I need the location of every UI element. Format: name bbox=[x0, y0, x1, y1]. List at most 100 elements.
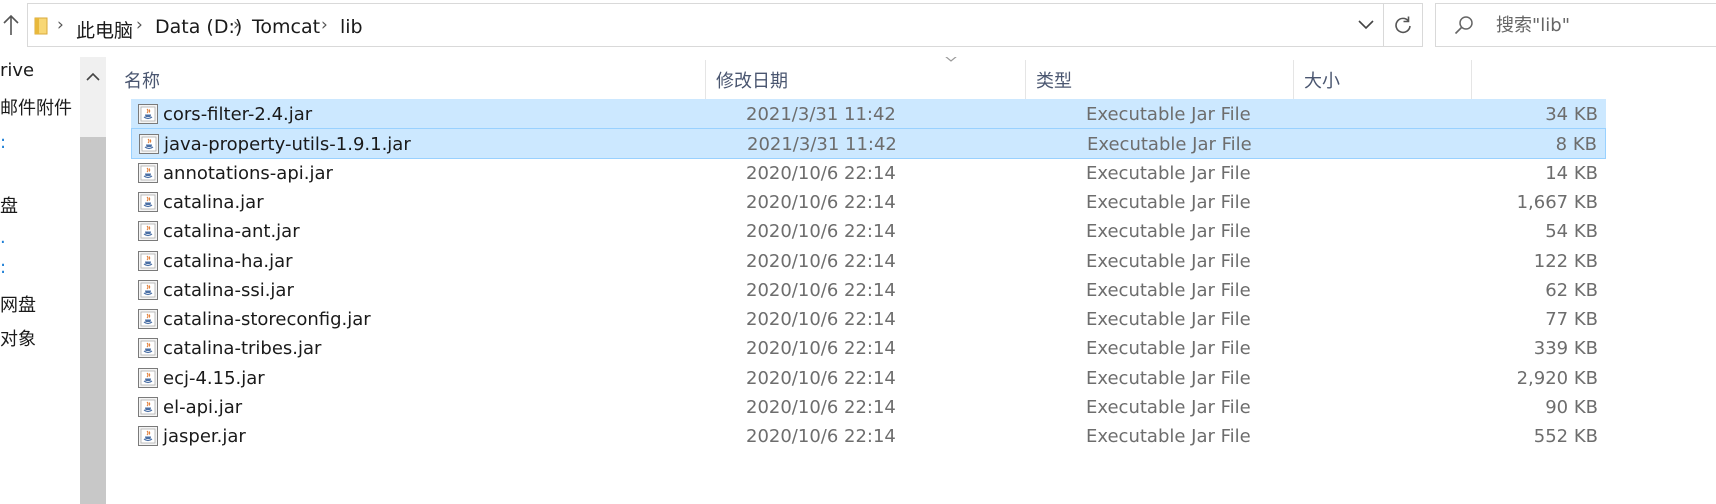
file-name: jasper.jar bbox=[163, 426, 246, 448]
file-row[interactable]: annotations-api.jar 2020/10/6 22:14 Execut… bbox=[131, 158, 1606, 189]
jar-file-icon bbox=[138, 309, 158, 330]
chevron-right-icon[interactable]: › bbox=[321, 15, 328, 35]
nav-item-quick-access[interactable]: : bbox=[0, 132, 6, 153]
file-row[interactable]: catalina-ssi.jar 2020/10/6 22:14 Executabl… bbox=[131, 275, 1606, 306]
column-header-size[interactable]: 大小 bbox=[1294, 60, 1472, 104]
nav-item-netdisk[interactable]: 网盘 bbox=[0, 291, 36, 317]
file-modified-date: 2020/10/6 22:14 bbox=[746, 191, 896, 213]
navigation-pane: rive 邮件附件 : 盘 . : 网盘 对象 bbox=[0, 57, 80, 504]
file-row[interactable]: el-api.jar 2020/10/6 22:14 Executable Jar … bbox=[131, 392, 1606, 423]
nav-item-pictures[interactable]: . bbox=[0, 227, 6, 248]
file-type: Executable Jar File bbox=[1086, 397, 1251, 418]
jar-file-icon bbox=[139, 134, 159, 155]
chevron-right-icon[interactable]: › bbox=[136, 15, 143, 35]
search-box[interactable] bbox=[1435, 3, 1716, 47]
file-size: 54 KB bbox=[1545, 221, 1598, 243]
up-button[interactable] bbox=[0, 8, 22, 42]
column-header-name[interactable]: 名称 bbox=[114, 60, 706, 104]
file-modified-date: 2020/10/6 22:14 bbox=[746, 250, 896, 272]
chevron-right-icon[interactable]: › bbox=[57, 15, 64, 35]
file-type: Executable Jar File bbox=[1086, 367, 1251, 389]
toolbar: › 此电脑 › Data (D:) › Tomcat › lib bbox=[0, 0, 1716, 50]
jar-file-icon bbox=[138, 250, 158, 271]
arrow-up-icon bbox=[3, 14, 19, 35]
nav-item-mail-attachments[interactable]: 邮件附件 bbox=[0, 94, 72, 120]
file-type: Executable Jar File bbox=[1086, 162, 1251, 184]
nav-pane-scrollbar[interactable] bbox=[80, 57, 106, 504]
file-size: 34 KB bbox=[1545, 104, 1598, 125]
address-bar[interactable]: › 此电脑 › Data (D:) › Tomcat › lib bbox=[27, 3, 1408, 47]
breadcrumb-data-drive[interactable]: Data (D:) bbox=[155, 16, 242, 38]
file-row[interactable]: catalina-tribes.jar 2020/10/6 22:14 Execut… bbox=[131, 333, 1606, 364]
column-header-modified[interactable]: 修改日期 bbox=[706, 60, 1026, 104]
file-size: 62 KB bbox=[1545, 279, 1598, 301]
file-row[interactable]: catalina-ha.jar 2020/10/6 22:14 Executable… bbox=[131, 246, 1606, 277]
address-history-dropdown[interactable] bbox=[1351, 4, 1381, 46]
jar-file-icon bbox=[138, 162, 158, 183]
chevron-down-icon bbox=[1358, 20, 1374, 30]
file-row[interactable]: catalina-ant.jar 2020/10/6 22:14 Executabl… bbox=[131, 216, 1606, 247]
file-modified-date: 2020/10/6 22:14 bbox=[746, 367, 896, 389]
jar-file-icon bbox=[138, 191, 158, 212]
file-list: 名称 修改日期 类型 大小 cors-filter-2.4.jar 2021/3/… bbox=[106, 57, 1716, 504]
file-modified-date: 2020/10/6 22:14 bbox=[746, 279, 896, 301]
file-size: 90 KB bbox=[1545, 397, 1598, 418]
breadcrumb-lib[interactable]: lib bbox=[340, 16, 363, 38]
refresh-button[interactable] bbox=[1383, 3, 1423, 47]
refresh-icon bbox=[1395, 16, 1411, 34]
file-name: catalina-ha.jar bbox=[163, 250, 293, 272]
breadcrumb-this-pc[interactable]: 此电脑 bbox=[76, 16, 133, 43]
file-modified-date: 2020/10/6 22:14 bbox=[746, 338, 896, 360]
file-row[interactable]: ecj-4.15.jar 2020/10/6 22:14 Executable Ja… bbox=[131, 363, 1606, 394]
breadcrumb-tomcat[interactable]: Tomcat bbox=[252, 16, 320, 38]
nav-item-onedrive[interactable]: rive bbox=[0, 60, 34, 81]
scrollbar-thumb[interactable] bbox=[80, 137, 106, 504]
nav-item-disk[interactable]: 盘 bbox=[0, 192, 18, 218]
file-type: Executable Jar File bbox=[1086, 104, 1251, 125]
file-type: Executable Jar File bbox=[1087, 134, 1252, 156]
file-type: Executable Jar File bbox=[1086, 338, 1251, 360]
file-name: java-property-utils-1.9.1.jar bbox=[164, 134, 411, 156]
file-name: annotations-api.jar bbox=[163, 162, 333, 184]
search-input[interactable] bbox=[1496, 12, 1706, 38]
file-size: 552 KB bbox=[1533, 426, 1598, 448]
file-modified-date: 2020/10/6 22:14 bbox=[746, 426, 896, 448]
file-modified-date: 2020/10/6 22:14 bbox=[746, 162, 896, 184]
file-name: cors-filter-2.4.jar bbox=[163, 104, 313, 125]
file-name: catalina-ant.jar bbox=[163, 221, 300, 243]
file-row[interactable]: catalina.jar 2020/10/6 22:14 Executable Ja… bbox=[131, 187, 1606, 218]
file-row[interactable]: cors-filter-2.4.jar 2021/3/31 11:42 Execut… bbox=[131, 99, 1606, 130]
file-size: 14 KB bbox=[1545, 162, 1598, 184]
file-row[interactable]: jasper.jar 2020/10/6 22:14 Executable Jar … bbox=[131, 421, 1606, 452]
file-name: catalina-ssi.jar bbox=[163, 279, 294, 301]
file-type: Executable Jar File bbox=[1086, 309, 1251, 331]
file-size: 8 KB bbox=[1555, 134, 1597, 156]
file-type: Executable Jar File bbox=[1086, 191, 1251, 213]
file-size: 77 KB bbox=[1545, 309, 1598, 331]
column-header-type[interactable]: 类型 bbox=[1026, 60, 1294, 104]
jar-file-icon bbox=[138, 367, 158, 388]
file-type: Executable Jar File bbox=[1086, 279, 1251, 301]
file-size: 339 KB bbox=[1533, 338, 1598, 360]
file-name: catalina-tribes.jar bbox=[163, 338, 322, 360]
file-name: el-api.jar bbox=[163, 397, 243, 418]
file-name: catalina-storeconfig.jar bbox=[163, 309, 371, 331]
scroll-up-button[interactable] bbox=[80, 57, 106, 95]
file-type: Executable Jar File bbox=[1086, 426, 1251, 448]
file-modified-date: 2020/10/6 22:14 bbox=[746, 397, 896, 418]
nav-item-documents[interactable]: : bbox=[0, 257, 6, 278]
file-modified-date: 2021/3/31 11:42 bbox=[747, 134, 897, 156]
nav-item-3d-objects[interactable]: 对象 bbox=[0, 325, 36, 351]
file-row[interactable]: java-property-utils-1.9.1.jar 2021/3/31 1… bbox=[131, 128, 1606, 160]
file-size: 1,667 KB bbox=[1516, 191, 1598, 213]
file-name: catalina.jar bbox=[163, 191, 264, 213]
file-row[interactable]: catalina-storeconfig.jar 2020/10/6 22:14 E… bbox=[131, 304, 1606, 335]
file-size: 122 KB bbox=[1533, 250, 1598, 272]
chevron-right-icon[interactable]: › bbox=[233, 15, 240, 35]
file-type: Executable Jar File bbox=[1086, 221, 1251, 243]
jar-file-icon bbox=[138, 221, 158, 242]
jar-file-icon bbox=[138, 426, 158, 447]
jar-file-icon bbox=[138, 338, 158, 359]
search-icon bbox=[1454, 16, 1473, 35]
file-modified-date: 2020/10/6 22:14 bbox=[746, 221, 896, 243]
